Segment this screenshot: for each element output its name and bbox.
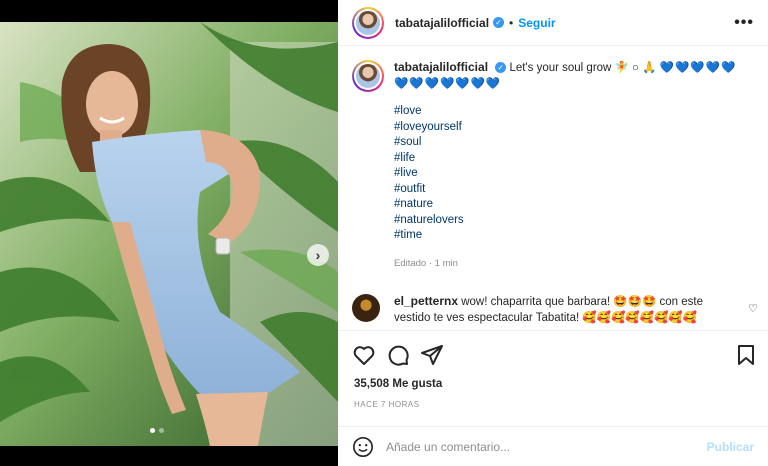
post-sidebar: tabatajalilofficial ✓ • Seguir ••• tabat… xyxy=(338,0,768,466)
comment-icon[interactable] xyxy=(386,343,410,367)
post-header: tabatajalilofficial ✓ • Seguir ••• xyxy=(338,0,768,46)
publish-button[interactable]: Publicar xyxy=(707,440,754,454)
caption-text: Let's your soul grow 🧚 ○ 🙏 xyxy=(509,62,657,74)
carousel-dot-active xyxy=(150,428,155,433)
follow-button[interactable]: Seguir xyxy=(518,16,555,30)
hashtag-link[interactable]: #soul xyxy=(394,135,759,151)
hashtag-link[interactable]: #time xyxy=(394,228,759,244)
like-count[interactable]: 35,508 Me gusta xyxy=(354,378,442,390)
share-icon[interactable] xyxy=(420,343,444,367)
comment-input[interactable]: Añade un comentario... xyxy=(386,440,707,454)
bookmark-icon[interactable] xyxy=(734,343,758,367)
caption-hearts-line1: 💙💙💙💙💙 xyxy=(659,62,737,74)
more-options-icon[interactable]: ••• xyxy=(734,14,754,32)
post-photo xyxy=(0,22,338,446)
action-bar xyxy=(338,330,768,376)
hashtag-link[interactable]: #naturelovers xyxy=(394,213,759,229)
verified-badge-icon: ✓ xyxy=(493,17,505,28)
commenter-username[interactable]: el_petternx xyxy=(394,294,458,308)
comment-composer: Añade un comentario... Publicar xyxy=(338,426,768,466)
hashtag-link[interactable]: #nature xyxy=(394,197,759,213)
hashtag-link[interactable]: #love xyxy=(394,104,759,120)
comment-body: el_petternx wow! chaparrita que barbara!… xyxy=(394,294,734,326)
post-time: HACE 7 HORAS xyxy=(354,400,420,409)
carousel-dot xyxy=(159,428,164,433)
next-photo-button[interactable]: › xyxy=(307,244,329,266)
hashtag-link[interactable]: #loveyourself xyxy=(394,120,759,136)
instagram-post-window: › tabatajalilofficial ✓ • Seguir ••• tab… xyxy=(0,0,768,466)
caption-body: tabatajalilofficial ✓ Let's your soul gr… xyxy=(394,60,759,271)
hashtag-link[interactable]: #outfit xyxy=(394,182,759,198)
post-caption: tabatajalilofficial ✓ Let's your soul gr… xyxy=(352,60,762,271)
hashtag-list: #love #loveyourself #soul #life #live #o… xyxy=(394,104,759,244)
heart-icon[interactable] xyxy=(352,343,376,367)
emoji-icon[interactable] xyxy=(352,436,374,458)
verified-badge-icon: ✓ xyxy=(495,62,507,74)
hashtag-link[interactable]: #live xyxy=(394,166,759,182)
author-avatar[interactable] xyxy=(352,6,384,39)
edited-timestamp: Editado · 1 min xyxy=(394,257,458,269)
carousel-dots xyxy=(150,428,164,433)
comment-item: el_petternx wow! chaparrita que barbara!… xyxy=(352,294,768,326)
header-separator: • xyxy=(509,15,514,30)
author-username[interactable]: tabatajalilofficial xyxy=(395,16,489,30)
commenter-avatar[interactable] xyxy=(352,294,380,322)
comment-like-heart-icon[interactable]: ♡ xyxy=(748,302,758,315)
caption-hearts-line2: 💙💙💙💙💙💙💙 xyxy=(394,77,502,90)
chevron-right-icon: › xyxy=(315,247,321,263)
hashtag-link[interactable]: #life xyxy=(394,151,759,167)
caption-avatar[interactable] xyxy=(352,60,384,92)
caption-username[interactable]: tabatajalilofficial xyxy=(394,60,488,74)
post-media[interactable]: › xyxy=(0,22,338,446)
